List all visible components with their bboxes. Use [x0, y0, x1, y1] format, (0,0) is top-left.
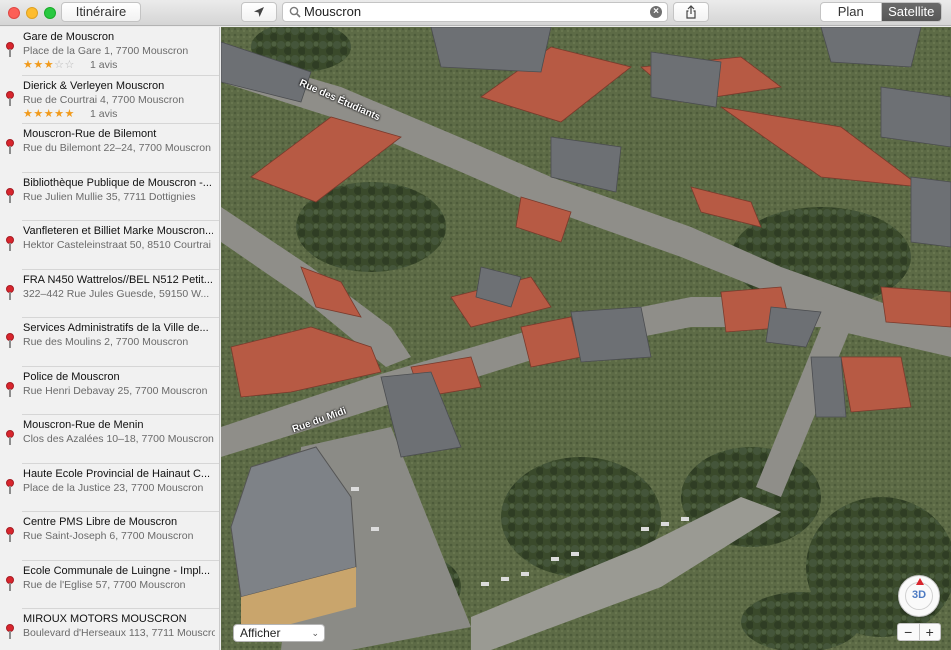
search-input[interactable]: Mouscron	[304, 5, 361, 19]
map-pin-icon	[6, 90, 14, 107]
itinerary-button[interactable]: Itinéraire	[61, 2, 141, 22]
list-item[interactable]: Gare de Mouscron Place de la Gare 1, 7700…	[6, 27, 219, 76]
place-address: Place de la Justice 23, 7700 Mouscron	[23, 481, 204, 494]
star-rating: ★★★☆☆	[23, 59, 75, 71]
zoom-in-button[interactable]: +	[920, 624, 941, 640]
place-address: Rue Henri Debavay 25, 7700 Mouscron	[23, 384, 208, 397]
place-name: Gare de Mouscron	[23, 31, 115, 43]
search-icon	[289, 6, 301, 18]
map-type-segmented-control: Plan Satellite	[820, 2, 942, 22]
map-pin-icon	[6, 187, 14, 204]
list-item[interactable]: Haute Ecole Provincial de Hainaut C... Pl…	[6, 464, 219, 512]
satellite-imagery[interactable]	[221, 27, 951, 650]
list-item[interactable]: Services Administratifs de la Ville de..…	[6, 318, 219, 367]
place-name: Vanfleteren et Billiet Marke Mouscron...	[23, 225, 213, 237]
list-item[interactable]: Centre PMS Libre de Mouscron Rue Saint-Jo…	[6, 512, 219, 561]
zoom-out-button[interactable]: −	[898, 624, 920, 640]
list-item[interactable]: Mouscron-Rue de Bilemont Rue du Bilemont …	[6, 124, 219, 173]
minimize-window-button[interactable]	[26, 7, 38, 19]
close-window-button[interactable]	[8, 7, 20, 19]
place-name: MIROUX MOTORS MOUSCRON	[23, 613, 187, 625]
place-name: FRA N450 Wattrelos//BEL N512 Petit...	[23, 273, 213, 286]
display-options-dropdown[interactable]: Afficher ⌄	[233, 624, 325, 642]
map-pin-icon	[6, 575, 14, 592]
plan-view-button[interactable]: Plan	[821, 3, 882, 21]
clear-search-icon[interactable]: ×	[650, 6, 662, 18]
satellite-view-button[interactable]: Satellite	[881, 3, 941, 21]
place-name: Mouscron-Rue de Bilemont	[23, 128, 157, 140]
list-item[interactable]: MIROUX MOTORS MOUSCRON Boulevard d'Hersea…	[6, 609, 219, 650]
satellite-map[interactable]: Rue des Étudiants Rue du Midi Afficher ⌄…	[221, 27, 951, 650]
toolbar: Itinéraire Mouscron × Plan Satellite	[0, 0, 951, 26]
map-pin-icon	[6, 42, 14, 58]
map-pin-icon	[6, 527, 14, 543]
map-pin-icon	[6, 478, 14, 495]
place-address: Clos des Azalées 10–18, 7700 Mouscron	[23, 433, 214, 445]
place-address: Rue de Courtrai 4, 7700 Mouscron	[23, 93, 185, 106]
compass-north-icon	[916, 578, 924, 585]
map-pin-icon	[6, 236, 14, 252]
place-name: Police de Mouscron	[23, 370, 120, 383]
place-address: Rue du Bilemont 22–24, 7700 Mouscron	[23, 142, 211, 154]
share-button[interactable]	[673, 2, 709, 22]
place-address: 322–442 Rue Jules Guesde, 59150 W...	[23, 287, 210, 300]
place-address: Rue Saint-Joseph 6, 7700 Mouscron	[23, 530, 194, 542]
list-item[interactable]: Mouscron-Rue de Menin Clos des Azalées 10…	[6, 415, 219, 464]
list-item[interactable]: Bibliothèque Publique de Mouscron -... Ru…	[6, 173, 219, 221]
place-name: Dierick & Verleyen Mouscron	[23, 79, 165, 92]
place-address: Rue de l'Eglise 57, 7700 Mouscron	[23, 578, 186, 591]
share-icon	[686, 5, 696, 19]
zoom-control: − +	[897, 623, 941, 641]
chevron-down-icon: ⌄	[311, 628, 319, 638]
place-name: Centre PMS Libre de Mouscron	[23, 516, 178, 528]
place-name: Ecole Communale de Luingne - Impl...	[23, 564, 211, 577]
display-options-label: Afficher	[240, 626, 281, 640]
place-name: Services Administratifs de la Ville de..…	[23, 322, 209, 334]
place-name: Bibliothèque Publique de Mouscron -...	[23, 176, 212, 189]
review-count: 1 avis	[90, 59, 118, 71]
maximize-window-button[interactable]	[44, 7, 56, 19]
place-address: Boulevard d'Herseaux 113, 7711 Mouscron	[23, 627, 215, 639]
list-item[interactable]: Vanfleteren et Billiet Marke Mouscron...…	[6, 221, 219, 270]
place-address: Rue des Moulins 2, 7700 Mouscron	[23, 336, 189, 348]
map-pin-icon	[6, 381, 14, 398]
map-pin-icon	[6, 430, 14, 446]
place-name: Mouscron-Rue de Menin	[23, 419, 144, 431]
place-address: Place de la Gare 1, 7700 Mouscron	[23, 45, 189, 57]
search-field[interactable]: Mouscron ×	[282, 2, 668, 22]
3d-label: 3D	[911, 589, 927, 601]
place-address: Rue Julien Mullie 35, 7711 Dottignies	[23, 190, 196, 203]
list-item[interactable]: Police de Mouscron Rue Henri Debavay 25, …	[6, 367, 219, 415]
current-location-button[interactable]	[241, 2, 277, 22]
compass-3d-button[interactable]: 3D	[898, 575, 940, 617]
review-count: 1 avis	[90, 107, 118, 120]
search-results-sidebar: Gare de Mouscron Place de la Gare 1, 7700…	[0, 27, 220, 650]
map-pin-icon	[6, 284, 14, 301]
list-item[interactable]: Ecole Communale de Luingne - Impl... Rue …	[6, 561, 219, 609]
location-arrow-icon	[254, 7, 264, 17]
place-address: Hektor Casteleinstraat 50, 8510 Courtrai	[23, 239, 211, 251]
map-pin-icon	[6, 139, 14, 155]
place-name: Haute Ecole Provincial de Hainaut C...	[23, 467, 211, 480]
list-item[interactable]: Dierick & Verleyen Mouscron Rue de Courtr…	[6, 76, 219, 124]
map-pin-icon	[6, 333, 14, 349]
map-pin-icon	[6, 624, 14, 640]
list-item[interactable]: FRA N450 Wattrelos//BEL N512 Petit... 322…	[6, 270, 219, 318]
star-rating: ★★★★★	[23, 107, 75, 120]
